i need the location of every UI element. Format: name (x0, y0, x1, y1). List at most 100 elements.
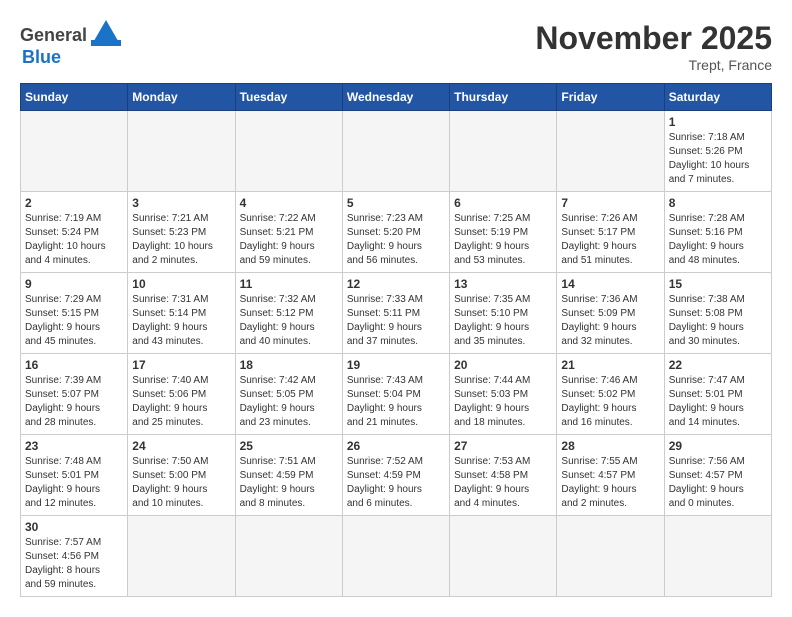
day-number: 17 (132, 358, 230, 372)
day-cell: 11 Sunrise: 7:32 AM Sunset: 5:12 PM Dayli… (235, 273, 342, 354)
day-cell: 23Sunrise: 7:48 AM Sunset: 5:01 PM Dayli… (21, 435, 128, 516)
empty-cell (235, 516, 342, 597)
day-cell: 1 Sunrise: 7:18 AM Sunset: 5:26 PM Daylig… (664, 111, 771, 192)
day-number: 12 (347, 277, 445, 291)
day-number: 24 (132, 439, 230, 453)
empty-cell (128, 111, 235, 192)
day-number: 3 (132, 196, 230, 210)
calendar-row: 9 Sunrise: 7:29 AM Sunset: 5:15 PM Daylig… (21, 273, 772, 354)
day-cell: 17Sunrise: 7:40 AM Sunset: 5:06 PM Dayli… (128, 354, 235, 435)
day-info: Sunrise: 7:22 AM Sunset: 5:21 PM Dayligh… (240, 212, 338, 268)
day-info: Sunrise: 7:56 AM Sunset: 4:57 PM Dayligh… (669, 455, 767, 511)
empty-cell (450, 516, 557, 597)
empty-cell (235, 111, 342, 192)
day-cell: 12 Sunrise: 7:33 AM Sunset: 5:11 PM Dayli… (342, 273, 449, 354)
day-number: 7 (561, 196, 659, 210)
day-cell: 10Sunrise: 7:31 AM Sunset: 5:14 PM Dayli… (128, 273, 235, 354)
day-number: 26 (347, 439, 445, 453)
day-number: 2 (25, 196, 123, 210)
day-number: 22 (669, 358, 767, 372)
day-info: Sunrise: 7:55 AM Sunset: 4:57 PM Dayligh… (561, 455, 659, 511)
day-info: Sunrise: 7:38 AM Sunset: 5:08 PM Dayligh… (669, 293, 767, 349)
empty-cell (342, 516, 449, 597)
day-number: 11 (240, 277, 338, 291)
logo: General Blue (20, 20, 121, 68)
day-number: 1 (669, 115, 767, 129)
day-cell: 8Sunrise: 7:28 AM Sunset: 5:16 PM Daylig… (664, 192, 771, 273)
day-cell: 21Sunrise: 7:46 AM Sunset: 5:02 PM Dayli… (557, 354, 664, 435)
day-number: 10 (132, 277, 230, 291)
empty-cell (557, 516, 664, 597)
day-number: 16 (25, 358, 123, 372)
day-number: 13 (454, 277, 552, 291)
day-info: Sunrise: 7:42 AM Sunset: 5:05 PM Dayligh… (240, 374, 338, 430)
day-info: Sunrise: 7:43 AM Sunset: 5:04 PM Dayligh… (347, 374, 445, 430)
day-cell: 5 Sunrise: 7:23 AM Sunset: 5:20 PM Daylig… (342, 192, 449, 273)
day-cell: 14 Sunrise: 7:36 AM Sunset: 5:09 PM Dayli… (557, 273, 664, 354)
calendar-row: 23Sunrise: 7:48 AM Sunset: 5:01 PM Dayli… (21, 435, 772, 516)
day-number: 15 (669, 277, 767, 291)
day-info: Sunrise: 7:18 AM Sunset: 5:26 PM Dayligh… (669, 131, 767, 187)
day-number: 20 (454, 358, 552, 372)
day-cell: 4 Sunrise: 7:22 AM Sunset: 5:21 PM Daylig… (235, 192, 342, 273)
empty-cell (664, 516, 771, 597)
day-cell: 22 Sunrise: 7:47 AM Sunset: 5:01 PM Dayli… (664, 354, 771, 435)
day-info: Sunrise: 7:47 AM Sunset: 5:01 PM Dayligh… (669, 374, 767, 430)
day-cell: 6 Sunrise: 7:25 AM Sunset: 5:19 PM Daylig… (450, 192, 557, 273)
title-area: November 2025 Trept, France (535, 20, 772, 73)
day-cell: 29 Sunrise: 7:56 AM Sunset: 4:57 PM Dayli… (664, 435, 771, 516)
header-tuesday: Tuesday (235, 84, 342, 111)
logo-blue-text: Blue (22, 47, 61, 68)
day-number: 28 (561, 439, 659, 453)
day-number: 9 (25, 277, 123, 291)
empty-cell (128, 516, 235, 597)
calendar-row: 16 Sunrise: 7:39 AM Sunset: 5:07 PM Dayli… (21, 354, 772, 435)
calendar-table: Sunday Monday Tuesday Wednesday Thursday… (20, 83, 772, 597)
empty-cell (450, 111, 557, 192)
day-info: Sunrise: 7:23 AM Sunset: 5:20 PM Dayligh… (347, 212, 445, 268)
day-number: 30 (25, 520, 123, 534)
day-info: Sunrise: 7:28 AM Sunset: 5:16 PM Dayligh… (669, 212, 767, 268)
day-info: Sunrise: 7:26 AM Sunset: 5:17 PM Dayligh… (561, 212, 659, 268)
day-cell: 16 Sunrise: 7:39 AM Sunset: 5:07 PM Dayli… (21, 354, 128, 435)
header-saturday: Saturday (664, 84, 771, 111)
logo-icon (91, 20, 121, 46)
empty-cell (342, 111, 449, 192)
calendar-row: 2 Sunrise: 7:19 AM Sunset: 5:24 PM Daylig… (21, 192, 772, 273)
day-number: 25 (240, 439, 338, 453)
day-cell: 9 Sunrise: 7:29 AM Sunset: 5:15 PM Daylig… (21, 273, 128, 354)
day-cell: 26 Sunrise: 7:52 AM Sunset: 4:59 PM Dayli… (342, 435, 449, 516)
day-cell: 18 Sunrise: 7:42 AM Sunset: 5:05 PM Dayli… (235, 354, 342, 435)
day-cell: 20Sunrise: 7:44 AM Sunset: 5:03 PM Dayli… (450, 354, 557, 435)
day-number: 6 (454, 196, 552, 210)
day-cell: 15 Sunrise: 7:38 AM Sunset: 5:08 PM Dayli… (664, 273, 771, 354)
day-cell: 27 Sunrise: 7:53 AM Sunset: 4:58 PM Dayli… (450, 435, 557, 516)
day-number: 14 (561, 277, 659, 291)
day-number: 27 (454, 439, 552, 453)
day-info: Sunrise: 7:19 AM Sunset: 5:24 PM Dayligh… (25, 212, 123, 268)
day-info: Sunrise: 7:36 AM Sunset: 5:09 PM Dayligh… (561, 293, 659, 349)
day-info: Sunrise: 7:33 AM Sunset: 5:11 PM Dayligh… (347, 293, 445, 349)
day-info: Sunrise: 7:39 AM Sunset: 5:07 PM Dayligh… (25, 374, 123, 430)
day-number: 23 (25, 439, 123, 453)
month-title: November 2025 (535, 20, 772, 57)
day-number: 5 (347, 196, 445, 210)
day-info: Sunrise: 7:52 AM Sunset: 4:59 PM Dayligh… (347, 455, 445, 511)
day-cell: 3Sunrise: 7:21 AM Sunset: 5:23 PM Daylig… (128, 192, 235, 273)
header-thursday: Thursday (450, 84, 557, 111)
day-number: 18 (240, 358, 338, 372)
day-info: Sunrise: 7:25 AM Sunset: 5:19 PM Dayligh… (454, 212, 552, 268)
day-cell: 28 Sunrise: 7:55 AM Sunset: 4:57 PM Dayli… (557, 435, 664, 516)
day-cell: 19Sunrise: 7:43 AM Sunset: 5:04 PM Dayli… (342, 354, 449, 435)
day-cell: 13Sunrise: 7:35 AM Sunset: 5:10 PM Dayli… (450, 273, 557, 354)
calendar-row: 30 Sunrise: 7:57 AM Sunset: 4:56 PM Dayli… (21, 516, 772, 597)
day-info: Sunrise: 7:57 AM Sunset: 4:56 PM Dayligh… (25, 536, 123, 592)
day-info: Sunrise: 7:53 AM Sunset: 4:58 PM Dayligh… (454, 455, 552, 511)
day-cell: 2 Sunrise: 7:19 AM Sunset: 5:24 PM Daylig… (21, 192, 128, 273)
day-info: Sunrise: 7:50 AM Sunset: 5:00 PM Dayligh… (132, 455, 230, 511)
day-number: 29 (669, 439, 767, 453)
day-info: Sunrise: 7:29 AM Sunset: 5:15 PM Dayligh… (25, 293, 123, 349)
day-number: 4 (240, 196, 338, 210)
day-info: Sunrise: 7:32 AM Sunset: 5:12 PM Dayligh… (240, 293, 338, 349)
logo-general-text: General (20, 25, 87, 46)
